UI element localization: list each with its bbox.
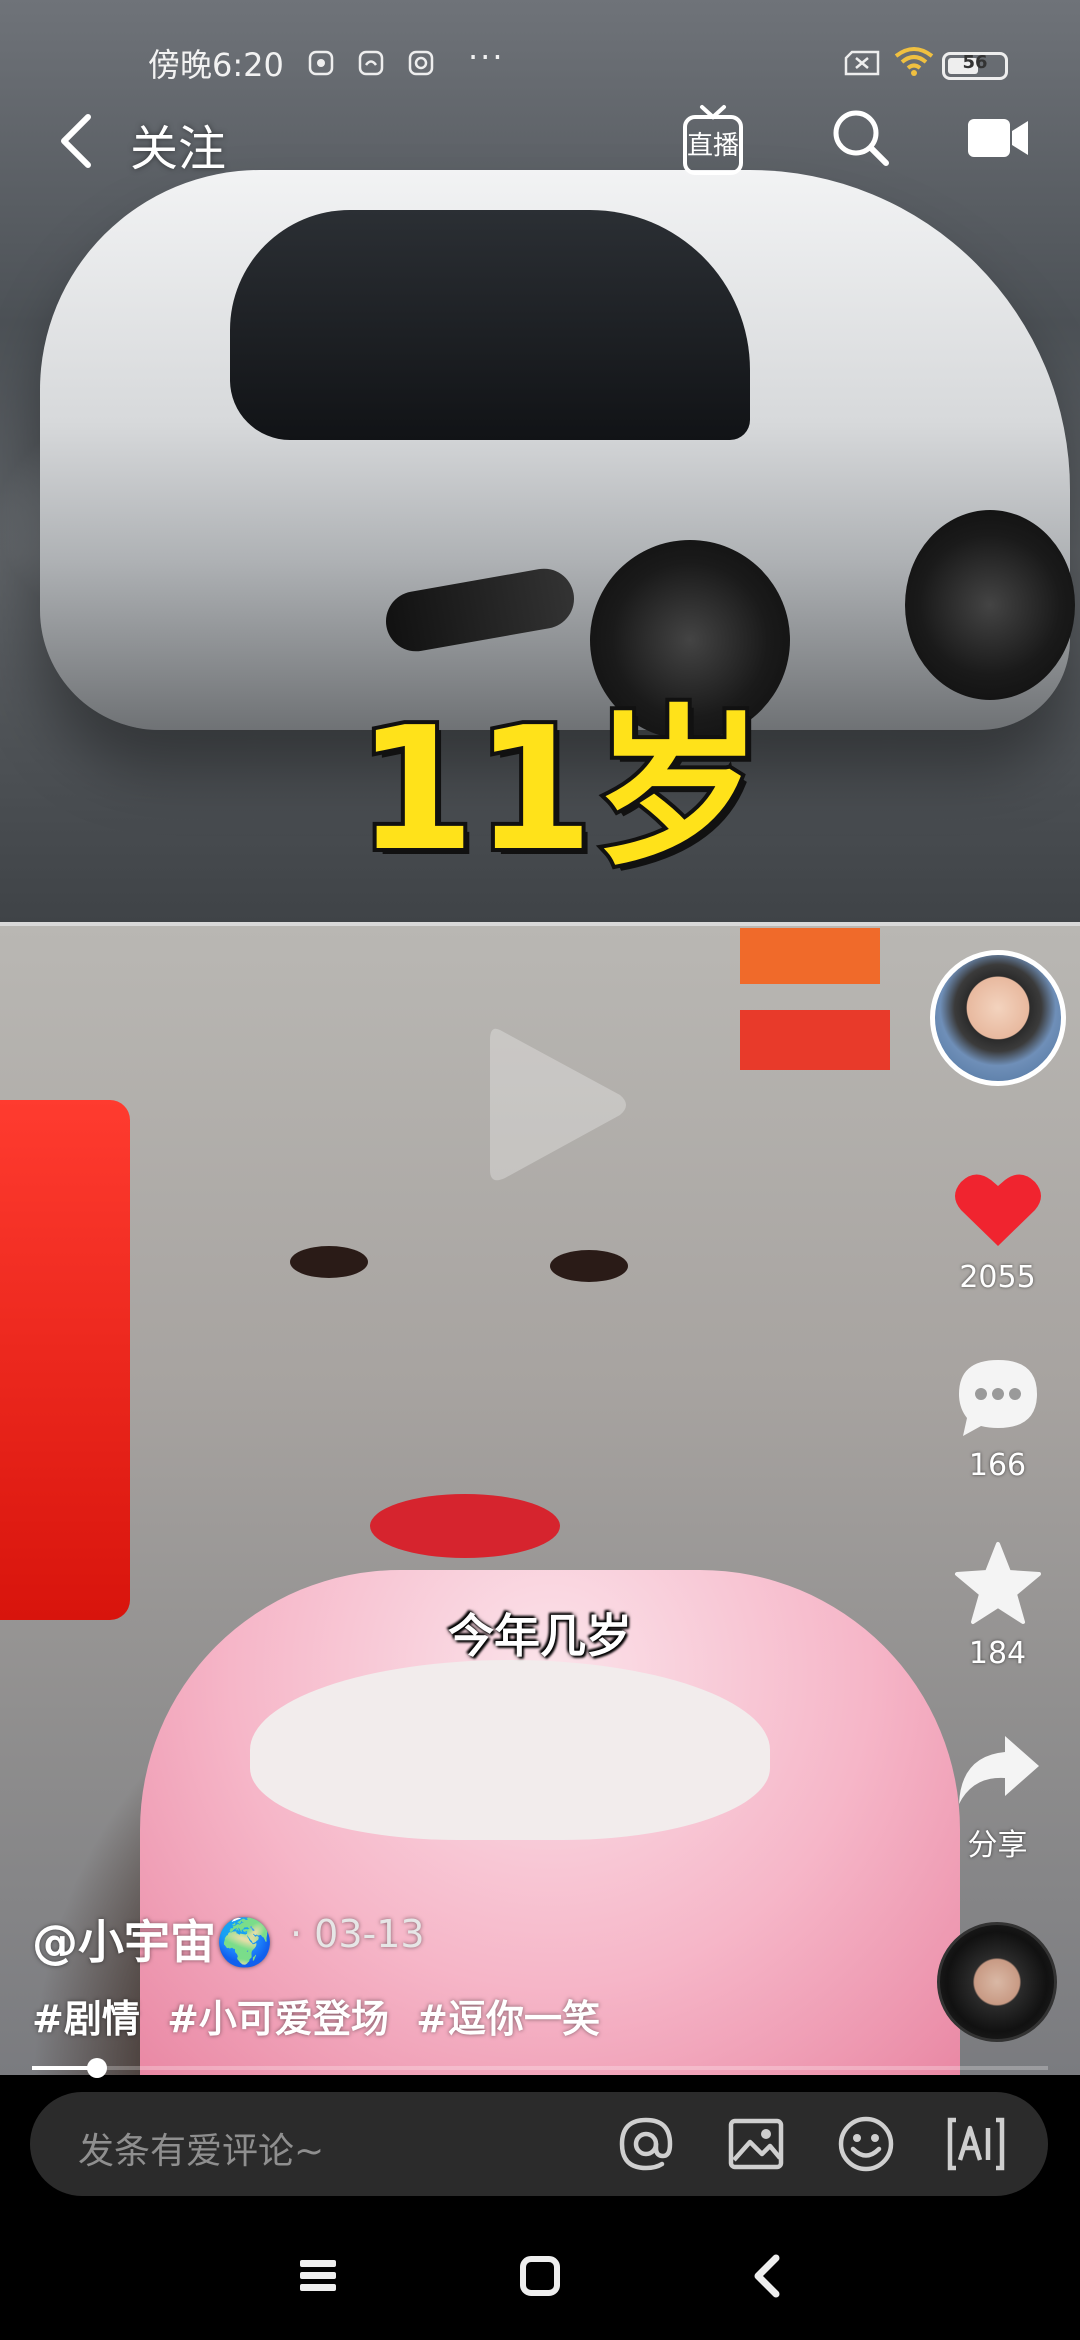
red-bag [0,1100,130,1620]
star-icon [954,1542,1041,1624]
follow-tab[interactable]: 关注 [130,109,226,179]
background-sign [740,928,880,984]
home-icon[interactable] [518,2254,562,2298]
notification-icon [308,50,334,76]
comment-icon [958,1360,1037,1436]
video-player[interactable]: 11岁 今年几岁 [0,0,1080,2075]
notification-icon [408,50,434,76]
progress-knob[interactable] [87,2058,108,2078]
author-name[interactable]: @小宇宙🌍 [32,1906,273,1972]
ai-icon[interactable] [946,2114,1006,2174]
comment-count: 166 [968,1448,1027,1483]
play-icon[interactable] [480,1020,630,1190]
battery-icon: 56 [942,52,1008,80]
hashtag[interactable]: #逗你一笑 [416,1997,600,2041]
comment-button[interactable]: 166 [940,1356,1055,1483]
like-count: 2055 [959,1260,1036,1295]
emoji-icon[interactable] [836,2114,896,2174]
comment-input[interactable]: 发条有爱评论~ [30,2092,1048,2196]
back-icon[interactable] [746,2254,790,2298]
search-icon[interactable] [830,107,890,167]
live-button[interactable]: 直播 [682,103,744,177]
at-icon[interactable] [616,2114,676,2174]
image-icon[interactable] [726,2114,786,2174]
post-date: · 03-13 [290,1912,425,1956]
live-label: 直播 [686,131,739,161]
wifi-icon [894,47,934,76]
hashtag[interactable]: #小可爱登场 [167,1997,389,2041]
share-label: 分享 [967,1828,1028,1863]
video-subtitle: 今年几岁 [448,1609,632,1663]
status-more: ··· [468,38,505,76]
battery-level: 56 [962,52,988,73]
dress-collar [250,1660,770,1840]
eye [550,1250,628,1282]
share-icon [958,1736,1039,1804]
hashtag[interactable]: #剧情 [32,1997,140,2041]
video-overlay-text: 11岁 [353,687,768,893]
favorite-button[interactable]: 184 [940,1540,1055,1671]
system-nav-bar [0,2210,1080,2340]
share-button[interactable]: 分享 [940,1730,1055,1864]
sim-icon [844,50,880,76]
like-button[interactable]: 2055 [940,1170,1055,1295]
camera-icon[interactable] [966,113,1030,163]
author-avatar[interactable] [930,950,1066,1086]
hashtag-list: #剧情 #小可爱登场 #逗你一笑 [32,1988,614,2043]
top-nav: 关注 直播 [0,95,1080,185]
notification-icon [358,50,384,76]
comment-placeholder: 发条有爱评论~ [78,2131,325,2172]
status-time: 傍晚6:20 [148,46,284,84]
video-progress-bar[interactable] [32,2058,1048,2078]
background-sign [740,1010,890,1070]
heart-icon [954,1174,1041,1246]
car-wheel [905,510,1075,700]
eye [290,1246,368,1278]
back-arrow-icon[interactable] [56,113,96,169]
menu-icon[interactable] [296,2254,340,2298]
favorite-count: 184 [968,1636,1027,1671]
music-disc[interactable] [937,1922,1057,2042]
screen: 11岁 今年几岁 傍晚6:20 ··· 56 关注 直播 2055 166 18… [0,0,1080,2340]
car-window [230,210,750,440]
lips [370,1494,560,1558]
